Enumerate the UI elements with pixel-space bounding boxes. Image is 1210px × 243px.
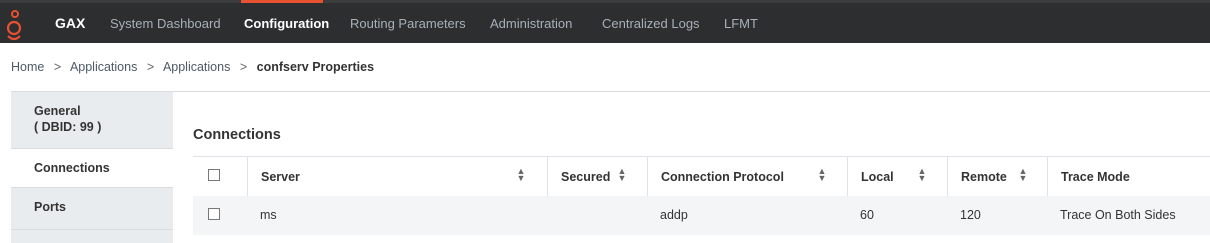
- column-header-local[interactable]: Local ▲ ▼: [847, 157, 947, 196]
- sort-icon[interactable]: ▲ ▼: [516, 167, 526, 184]
- nav-item-centralized-logs[interactable]: Centralized Logs: [602, 16, 700, 31]
- breadcrumb-home[interactable]: Home: [11, 60, 44, 74]
- sort-icon[interactable]: ▲ ▼: [917, 167, 927, 184]
- cell-protocol: addp: [660, 208, 688, 222]
- column-label: Remote: [961, 170, 1007, 184]
- nav-item-lfmt[interactable]: LFMT: [724, 16, 758, 31]
- nav-active-indicator: [241, 0, 323, 3]
- column-header-secured[interactable]: Secured ▲ ▼: [547, 157, 647, 196]
- column-header-server[interactable]: Server ▲ ▼: [247, 157, 547, 196]
- sort-icon[interactable]: ▲ ▼: [617, 167, 627, 184]
- sidebar-item-ports[interactable]: Ports: [11, 200, 173, 230]
- properties-sidebar: General ( DBID: 99 ) Connections Ports: [11, 91, 173, 243]
- genesys-logo-icon[interactable]: [0, 6, 30, 43]
- table-header: Server ▲ ▼ Secured ▲ ▼ Connection Protocol…: [193, 156, 1210, 197]
- sort-icon[interactable]: ▲ ▼: [817, 167, 827, 184]
- sidebar-item-label: Connections: [34, 161, 110, 175]
- column-label: Server: [261, 170, 300, 184]
- column-label: Trace Mode: [1061, 170, 1130, 184]
- column-label: Local: [861, 170, 894, 184]
- nav-item-routing-parameters[interactable]: Routing Parameters: [350, 16, 466, 31]
- breadcrumb: Home > Applications > Applications > con…: [11, 60, 374, 74]
- nav-item-system-dashboard[interactable]: System Dashboard: [110, 16, 221, 31]
- sidebar-item-label: Ports: [34, 200, 66, 214]
- cell-server: ms: [260, 208, 277, 222]
- section-title: Connections: [193, 127, 281, 143]
- breadcrumb-separator: >: [239, 60, 248, 74]
- breadcrumb-separator: >: [146, 60, 155, 74]
- sidebar-item-label: General: [34, 104, 81, 118]
- cell-local: 60: [860, 208, 874, 222]
- content-top-border: [173, 91, 1210, 92]
- breadcrumb-applications-2[interactable]: Applications: [163, 60, 230, 74]
- column-header-remote[interactable]: Remote ▲ ▼: [947, 157, 1047, 196]
- table-row[interactable]: ms addp 60 120 Trace On Both Sides: [193, 196, 1210, 235]
- column-label: Connection Protocol: [661, 170, 784, 184]
- sidebar-divider: [11, 229, 173, 230]
- sort-icon[interactable]: ▲ ▼: [1018, 167, 1028, 184]
- cell-remote: 120: [960, 208, 981, 222]
- sidebar-item-general[interactable]: General ( DBID: 99 ): [11, 104, 173, 148]
- column-label: Secured: [561, 170, 611, 184]
- row-checkbox[interactable]: [208, 208, 220, 220]
- select-all-checkbox[interactable]: [208, 169, 220, 181]
- breadcrumb-separator: >: [53, 60, 62, 74]
- breadcrumb-applications[interactable]: Applications: [70, 60, 137, 74]
- header-select-cell: [193, 157, 247, 196]
- brand-name[interactable]: GAX: [55, 15, 85, 31]
- sidebar-item-connections[interactable]: Connections: [11, 148, 173, 188]
- nav-item-administration[interactable]: Administration: [490, 16, 572, 31]
- top-nav-bar: GAX System Dashboard Configuration Routi…: [0, 0, 1210, 43]
- column-header-connection-protocol[interactable]: Connection Protocol ▲ ▼: [647, 157, 847, 196]
- cell-trace-mode: Trace On Both Sides: [1060, 208, 1176, 222]
- nav-item-configuration[interactable]: Configuration: [244, 16, 329, 31]
- breadcrumb-current: confserv Properties: [256, 60, 375, 74]
- sidebar-item-dbid: ( DBID: 99 ): [34, 120, 102, 134]
- column-header-trace-mode[interactable]: Trace Mode: [1047, 157, 1210, 196]
